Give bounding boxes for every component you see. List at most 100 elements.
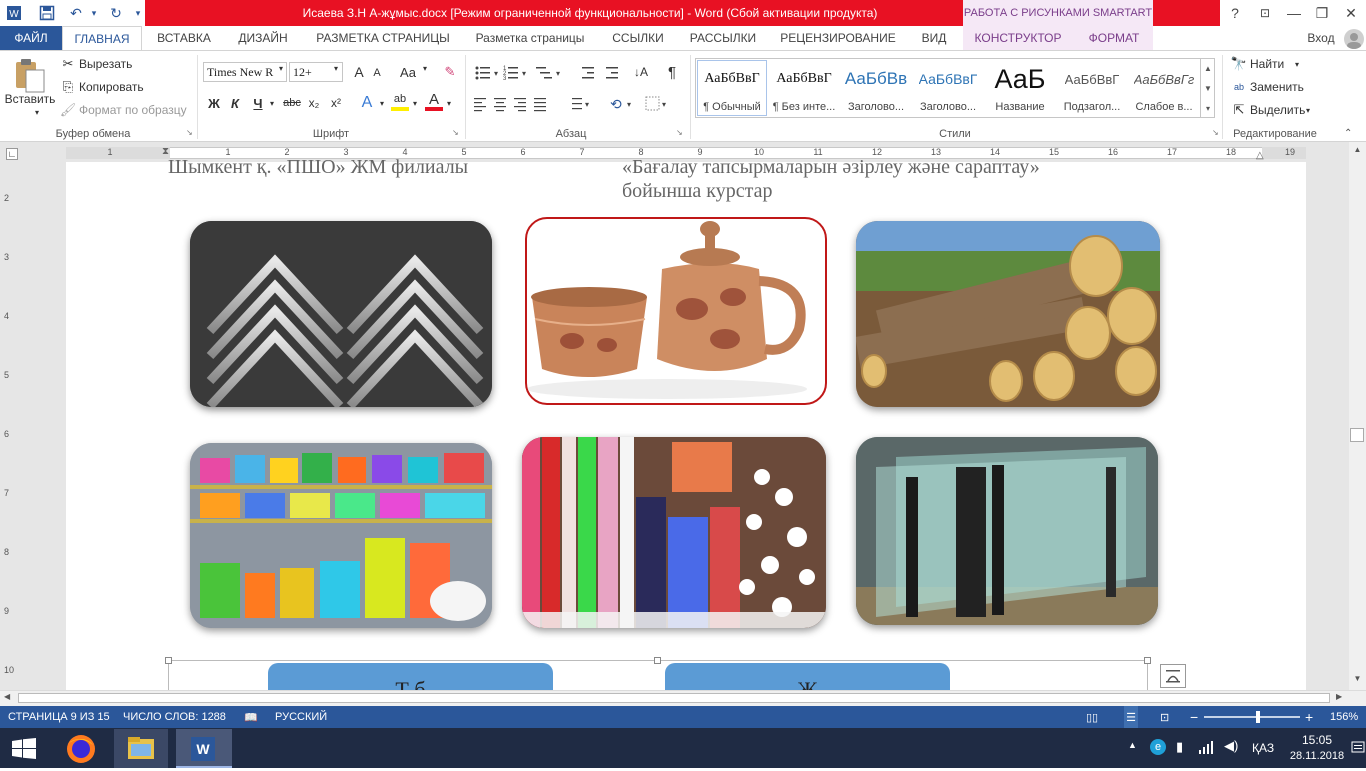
bold-button[interactable]: Ж <box>205 93 223 113</box>
collapse-ribbon-icon[interactable]: ⌃ <box>1344 128 1352 139</box>
tab-smartart-design[interactable]: КОНСТРУКТОР <box>966 26 1070 50</box>
scroll-thumb[interactable] <box>1350 428 1364 442</box>
word-taskbar-button[interactable]: W <box>176 729 232 768</box>
style-subtitle[interactable]: АаБбВвГ Подзагол... <box>1057 61 1127 115</box>
format-painter-button[interactable]: Формат по образцу <box>79 102 187 118</box>
scroll-up-icon[interactable]: ▲ <box>1351 145 1364 154</box>
ribbon-display-icon[interactable]: ⊡ <box>1250 0 1280 26</box>
windows-start-icon[interactable] <box>12 738 36 760</box>
proofing-icon[interactable]: 📖 <box>244 706 258 728</box>
clipboard-launcher-icon[interactable]: ↘ <box>186 128 193 137</box>
clock-time[interactable]: 15:05 <box>1292 733 1342 747</box>
select-dropdown-icon[interactable]: ▾ <box>1303 102 1313 118</box>
change-case-dropdown-icon[interactable]: ▾ <box>420 64 430 73</box>
vertical-scrollbar[interactable] <box>1349 142 1366 690</box>
highlight-button[interactable]: ab <box>391 91 409 111</box>
font-color-button[interactable]: A <box>425 91 443 111</box>
scroll-right-icon[interactable]: ▶ <box>1336 692 1342 701</box>
zoom-slider-thumb[interactable] <box>1255 711 1260 723</box>
undo-icon[interactable]: ↶ <box>66 3 86 23</box>
file-explorer-button[interactable] <box>114 729 168 768</box>
replace-button[interactable]: Заменить <box>1250 79 1304 95</box>
notifications-icon[interactable] <box>1350 733 1366 763</box>
timber-logs-image[interactable] <box>856 221 1160 407</box>
tab-selector[interactable]: ∟ <box>6 148 18 160</box>
paste-icon[interactable] <box>12 56 48 94</box>
zoom-in-button[interactable]: + <box>1305 706 1313 728</box>
word-count[interactable]: ЧИСЛО СЛОВ: 1288 <box>123 706 226 728</box>
restore-button[interactable]: ❐ <box>1308 0 1336 26</box>
tray-app-icon[interactable]: e <box>1150 739 1166 755</box>
metal-angles-image[interactable] <box>190 221 492 407</box>
style-subtle-emphasis[interactable]: АаБбВвГг Слабое в... <box>1129 61 1199 115</box>
tray-chevron-icon[interactable]: ▲ <box>1128 740 1137 750</box>
print-layout-icon[interactable]: ☰ <box>1124 706 1138 728</box>
shrink-font-button[interactable]: A <box>370 64 384 82</box>
font-color-dropdown-icon[interactable]: ▾ <box>444 93 454 113</box>
firefox-icon[interactable] <box>64 733 98 765</box>
smartart-shape-right[interactable]: Ж <box>665 663 950 702</box>
minimize-button[interactable]: — <box>1280 0 1308 26</box>
zoom-out-button[interactable]: − <box>1190 706 1198 728</box>
close-button[interactable]: ✕ <box>1336 0 1366 26</box>
paragraph-launcher-icon[interactable]: ↘ <box>676 128 683 137</box>
underline-button[interactable]: Ч <box>249 93 267 113</box>
smartart-shape-left[interactable]: Т б <box>268 663 553 702</box>
input-language[interactable]: ҚАЗ <box>1252 741 1274 755</box>
resize-handle[interactable] <box>1144 657 1151 664</box>
style-heading-1[interactable]: АаБбВв Заголово... <box>841 61 911 115</box>
tab-layout[interactable]: РАЗМЕТКА СТРАНИЦЫ <box>306 26 460 50</box>
help-button[interactable]: ? <box>1220 0 1250 26</box>
tab-design[interactable]: ДИЗАЙН <box>226 26 300 50</box>
chevron-down-icon[interactable]: ▼ <box>1204 84 1212 93</box>
paste-button[interactable]: Вставить <box>4 92 56 106</box>
styles-launcher-icon[interactable]: ↘ <box>1212 128 1219 137</box>
tab-review[interactable]: РЕЦЕНЗИРОВАНИЕ <box>770 26 906 50</box>
tab-mailings[interactable]: РАССЫЛКИ <box>682 26 764 50</box>
plastic-goods-image[interactable] <box>190 443 492 628</box>
chevron-up-icon[interactable]: ▲ <box>1204 64 1212 73</box>
sort-button[interactable]: ↓A <box>631 62 651 82</box>
find-dropdown-icon[interactable]: ▾ <box>1292 56 1302 72</box>
style-normal[interactable]: АаБбВвГ ¶ Обычный <box>697 61 767 115</box>
style-heading-2[interactable]: АаБбВвГ Заголово... <box>913 61 983 115</box>
tab-view[interactable]: ВИД <box>912 26 956 50</box>
copy-button[interactable]: Копировать <box>79 79 144 95</box>
clear-formatting-icon[interactable]: ✎ <box>440 62 460 82</box>
grow-font-button[interactable]: A <box>350 62 368 82</box>
paste-dropdown-icon[interactable]: ▾ <box>32 108 42 117</box>
doc-text-course-subtitle[interactable]: бойынша курстар <box>622 180 772 203</box>
cut-button[interactable]: Вырезать <box>79 56 132 72</box>
language-indicator[interactable]: РУССКИЙ <box>275 706 327 728</box>
select-button[interactable]: Выделить <box>1250 102 1305 118</box>
highlight-dropdown-icon[interactable]: ▾ <box>410 93 420 113</box>
signin-link[interactable]: Вход <box>1300 26 1342 50</box>
tab-home[interactable]: ГЛАВНАЯ <box>62 26 142 50</box>
tab-references[interactable]: ССЫЛКИ <box>600 26 676 50</box>
find-button[interactable]: Найти <box>1250 56 1284 72</box>
web-layout-icon[interactable]: ⊡ <box>1160 706 1169 728</box>
ceramics-image[interactable] <box>525 217 827 405</box>
doc-text-org[interactable]: Шымкент қ. «ПШО» ЖМ филиалы <box>168 156 468 179</box>
battery-icon[interactable]: ▮ <box>1176 739 1183 755</box>
font-name-dropdown-icon[interactable]: ▾ <box>276 64 286 73</box>
style-title[interactable]: АаБ Название <box>985 61 1055 115</box>
show-formatting-button[interactable]: ¶ <box>662 62 682 82</box>
change-case-button[interactable]: Aa <box>396 62 420 82</box>
clock-date[interactable]: 28.11.2018 <box>1288 750 1346 762</box>
scroll-down-icon[interactable]: ▼ <box>1351 674 1364 683</box>
style-no-spacing[interactable]: АаБбВвГ ¶ Без инте... <box>769 61 839 115</box>
layout-options-icon[interactable] <box>1160 664 1186 688</box>
avatar[interactable] <box>1344 29 1364 49</box>
underline-dropdown-icon[interactable]: ▾ <box>267 93 277 113</box>
font-name-combo[interactable]: Times New R <box>203 62 287 82</box>
italic-button[interactable]: К <box>226 93 244 113</box>
superscript-button[interactable]: x² <box>327 93 345 113</box>
subscript-button[interactable]: x₂ <box>305 93 323 113</box>
zoom-level[interactable]: 156% <box>1330 706 1358 728</box>
zoom-track[interactable] <box>1204 716 1300 718</box>
font-size-dropdown-icon[interactable]: ▾ <box>331 64 341 73</box>
text-effects-button[interactable]: A <box>358 93 376 113</box>
right-indent-marker-icon[interactable]: △ <box>1256 150 1268 161</box>
text-effects-dropdown-icon[interactable]: ▾ <box>377 93 387 113</box>
